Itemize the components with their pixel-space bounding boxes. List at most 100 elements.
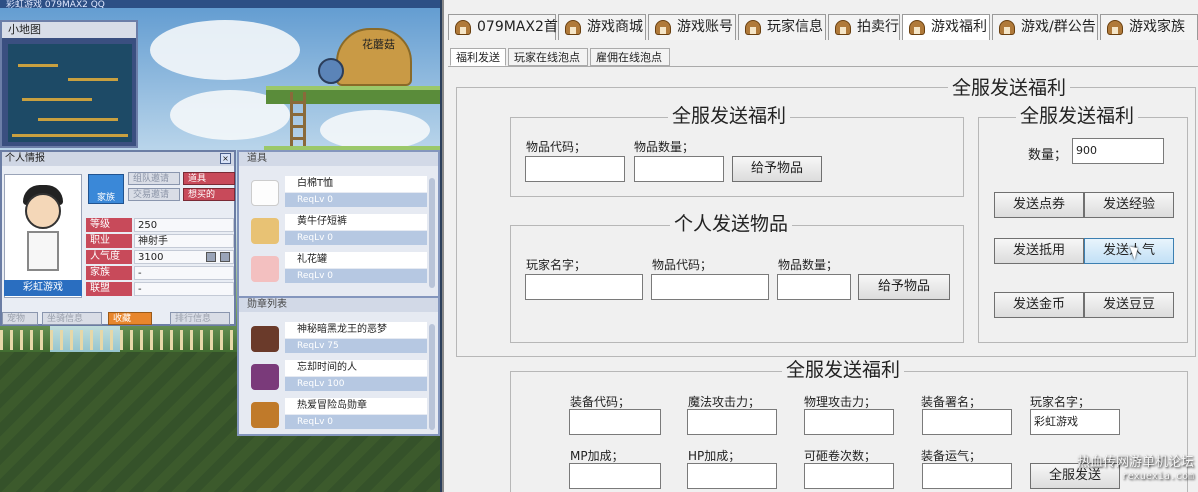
tab-auction[interactable]: 拍卖行 bbox=[828, 14, 900, 40]
personal-item-qty-label: 物品数量； bbox=[778, 258, 839, 272]
player-name-input[interactable] bbox=[525, 274, 643, 300]
list-item[interactable]: 白棉T恤 ReqLv 0 bbox=[249, 176, 427, 210]
items-scrollbar[interactable] bbox=[429, 178, 435, 288]
send-beans-button[interactable]: 发送豆豆 bbox=[1084, 292, 1174, 318]
physical-attack-input[interactable] bbox=[804, 409, 894, 435]
close-icon[interactable]: × bbox=[220, 153, 231, 164]
stat-value: 3100 bbox=[134, 250, 234, 264]
stat-key: 联盟 bbox=[86, 282, 132, 296]
tab-home[interactable]: 079MAX2首页 bbox=[448, 14, 572, 40]
magic-attack-label: 魔法攻击力； bbox=[688, 395, 761, 409]
item-qty-input[interactable] bbox=[634, 156, 724, 182]
stat-key: 人气度 bbox=[86, 250, 132, 264]
main-tabs: 079MAX2首页 游戏商城 游戏账号 玩家信息 拍卖行 游戏福利 游戏/群公告… bbox=[444, 14, 1198, 40]
list-item[interactable]: 忘却时间的人 ReqLv 100 bbox=[249, 360, 427, 394]
all-server-item-title: 全服发送福利 bbox=[668, 105, 791, 127]
qty-input[interactable]: 900 bbox=[1072, 138, 1164, 164]
tab-label: 游戏福利 bbox=[931, 19, 987, 35]
currency-group-title: 全服发送福利 bbox=[1016, 105, 1139, 127]
minimap-title: 小地图 bbox=[2, 22, 136, 38]
shorts-icon bbox=[251, 218, 279, 244]
list-item[interactable]: 神秘暗黑龙王的恶梦 ReqLv 75 bbox=[249, 322, 427, 356]
wishlist-button[interactable]: 想买的 bbox=[183, 188, 235, 201]
minimap: 小地图 bbox=[0, 20, 138, 148]
mushroom-icon bbox=[655, 20, 671, 35]
equip-signature-input[interactable] bbox=[922, 409, 1012, 435]
items-button[interactable]: 道具 bbox=[183, 172, 235, 185]
equip-code-input[interactable] bbox=[569, 409, 661, 435]
stat-row-alliance: 联盟 - bbox=[86, 282, 234, 296]
ranking-button[interactable]: 排行信息 bbox=[170, 312, 230, 325]
subtab-player-online[interactable]: 玩家在线泡点 bbox=[508, 48, 588, 66]
upgrade-slots-input[interactable] bbox=[804, 463, 894, 489]
mushroom-icon bbox=[999, 20, 1015, 35]
list-item[interactable]: 礼花罐 ReqLv 0 bbox=[249, 252, 427, 286]
stat-key: 职业 bbox=[86, 234, 132, 248]
send-coupon-button[interactable]: 发送点券 bbox=[994, 192, 1084, 218]
medal-icon bbox=[251, 326, 279, 352]
subtab-send-welfare[interactable]: 福利发送 bbox=[450, 48, 506, 66]
equip-luck-input[interactable] bbox=[922, 463, 1012, 489]
outer-group-title: 全服发送福利 bbox=[948, 77, 1071, 99]
equip-signature-label: 装备署名； bbox=[921, 395, 982, 409]
send-exp-button[interactable]: 发送经验 bbox=[1084, 192, 1174, 218]
personal-item-code-input[interactable] bbox=[651, 274, 769, 300]
mp-bonus-input[interactable] bbox=[569, 463, 661, 489]
info-panel-title: 个人情报 bbox=[5, 153, 45, 164]
home-button[interactable]: 家族 bbox=[88, 174, 124, 204]
medals-scrollbar[interactable] bbox=[429, 324, 435, 430]
medal-icon bbox=[251, 402, 279, 428]
collection-button[interactable]: 收藏 bbox=[108, 312, 152, 325]
item-name: 忘却时间的人 bbox=[285, 360, 427, 376]
trade-invite-button[interactable]: 交易邀请 bbox=[128, 188, 180, 201]
stat-value: 250 bbox=[134, 218, 234, 232]
item-req: ReqLv 0 bbox=[285, 269, 427, 283]
personal-item-title: 个人发送物品 bbox=[670, 213, 793, 235]
fame-down-icon[interactable] bbox=[220, 252, 230, 262]
equip-player-input[interactable]: 彩虹游戏 bbox=[1030, 409, 1120, 435]
tab-label: 游戏账号 bbox=[677, 19, 733, 35]
medal-icon bbox=[251, 364, 279, 390]
tab-shop[interactable]: 游戏商城 bbox=[558, 14, 646, 40]
player-name-label: 玩家名字； bbox=[526, 258, 587, 272]
qty-label: 数量； bbox=[1028, 148, 1068, 163]
stat-row-guild: 家族 - bbox=[86, 266, 234, 280]
magic-attack-input[interactable] bbox=[687, 409, 777, 435]
list-item[interactable]: 黄牛仔短裤 ReqLv 0 bbox=[249, 214, 427, 248]
mount-info-button[interactable]: 坐骑信息 bbox=[42, 312, 102, 325]
stat-key: 家族 bbox=[86, 266, 132, 280]
tab-label: 拍卖行 bbox=[857, 19, 899, 35]
send-fame-button[interactable]: 发送人气 bbox=[1084, 238, 1174, 264]
item-name: 黄牛仔短裤 bbox=[285, 214, 427, 230]
items-panel-title: 道具 bbox=[239, 152, 438, 166]
rope-ladder[interactable] bbox=[290, 92, 306, 154]
equip-luck-label: 装备运气； bbox=[921, 449, 982, 463]
send-voucher-button[interactable]: 发送抵用 bbox=[994, 238, 1084, 264]
game-title-bar: 彩虹游戏 079MAX2 QQ bbox=[0, 0, 440, 10]
send-gold-button[interactable]: 发送金币 bbox=[994, 292, 1084, 318]
mushroom-icon bbox=[745, 20, 761, 35]
avatar-body bbox=[27, 231, 59, 271]
tab-player-info[interactable]: 玩家信息 bbox=[738, 14, 826, 40]
fame-up-icon[interactable] bbox=[206, 252, 216, 262]
equip-code-label: 装备代码； bbox=[570, 395, 631, 409]
personal-item-code-label: 物品代码； bbox=[652, 258, 713, 272]
give-item-button[interactable]: 给予物品 bbox=[732, 156, 822, 182]
game-title-text: 彩虹游戏 079MAX2 QQ bbox=[6, 0, 105, 10]
equipment-group-title: 全服发送福利 bbox=[782, 359, 905, 381]
mushroom-hut: 花蘑菇 bbox=[336, 28, 412, 86]
tab-family[interactable]: 游戏家族 bbox=[1100, 14, 1198, 40]
tab-account[interactable]: 游戏账号 bbox=[648, 14, 736, 40]
tab-announcements[interactable]: 游戏/群公告 bbox=[992, 14, 1098, 40]
tab-welfare[interactable]: 游戏福利 bbox=[902, 14, 990, 40]
subtab-hired-online[interactable]: 雇佣在线泡点 bbox=[590, 48, 670, 66]
upgrade-slots-label: 可砸卷次数； bbox=[804, 449, 877, 463]
pet-button[interactable]: 宠物 bbox=[2, 312, 38, 325]
hp-bonus-input[interactable] bbox=[687, 463, 777, 489]
tab-label: 玩家信息 bbox=[767, 19, 823, 35]
personal-give-item-button[interactable]: 给予物品 bbox=[858, 274, 950, 300]
list-item[interactable]: 热爱冒险岛勋章 ReqLv 0 bbox=[249, 398, 427, 432]
item-code-input[interactable] bbox=[525, 156, 625, 182]
party-invite-button[interactable]: 组队邀请 bbox=[128, 172, 180, 185]
personal-item-qty-input[interactable] bbox=[777, 274, 851, 300]
